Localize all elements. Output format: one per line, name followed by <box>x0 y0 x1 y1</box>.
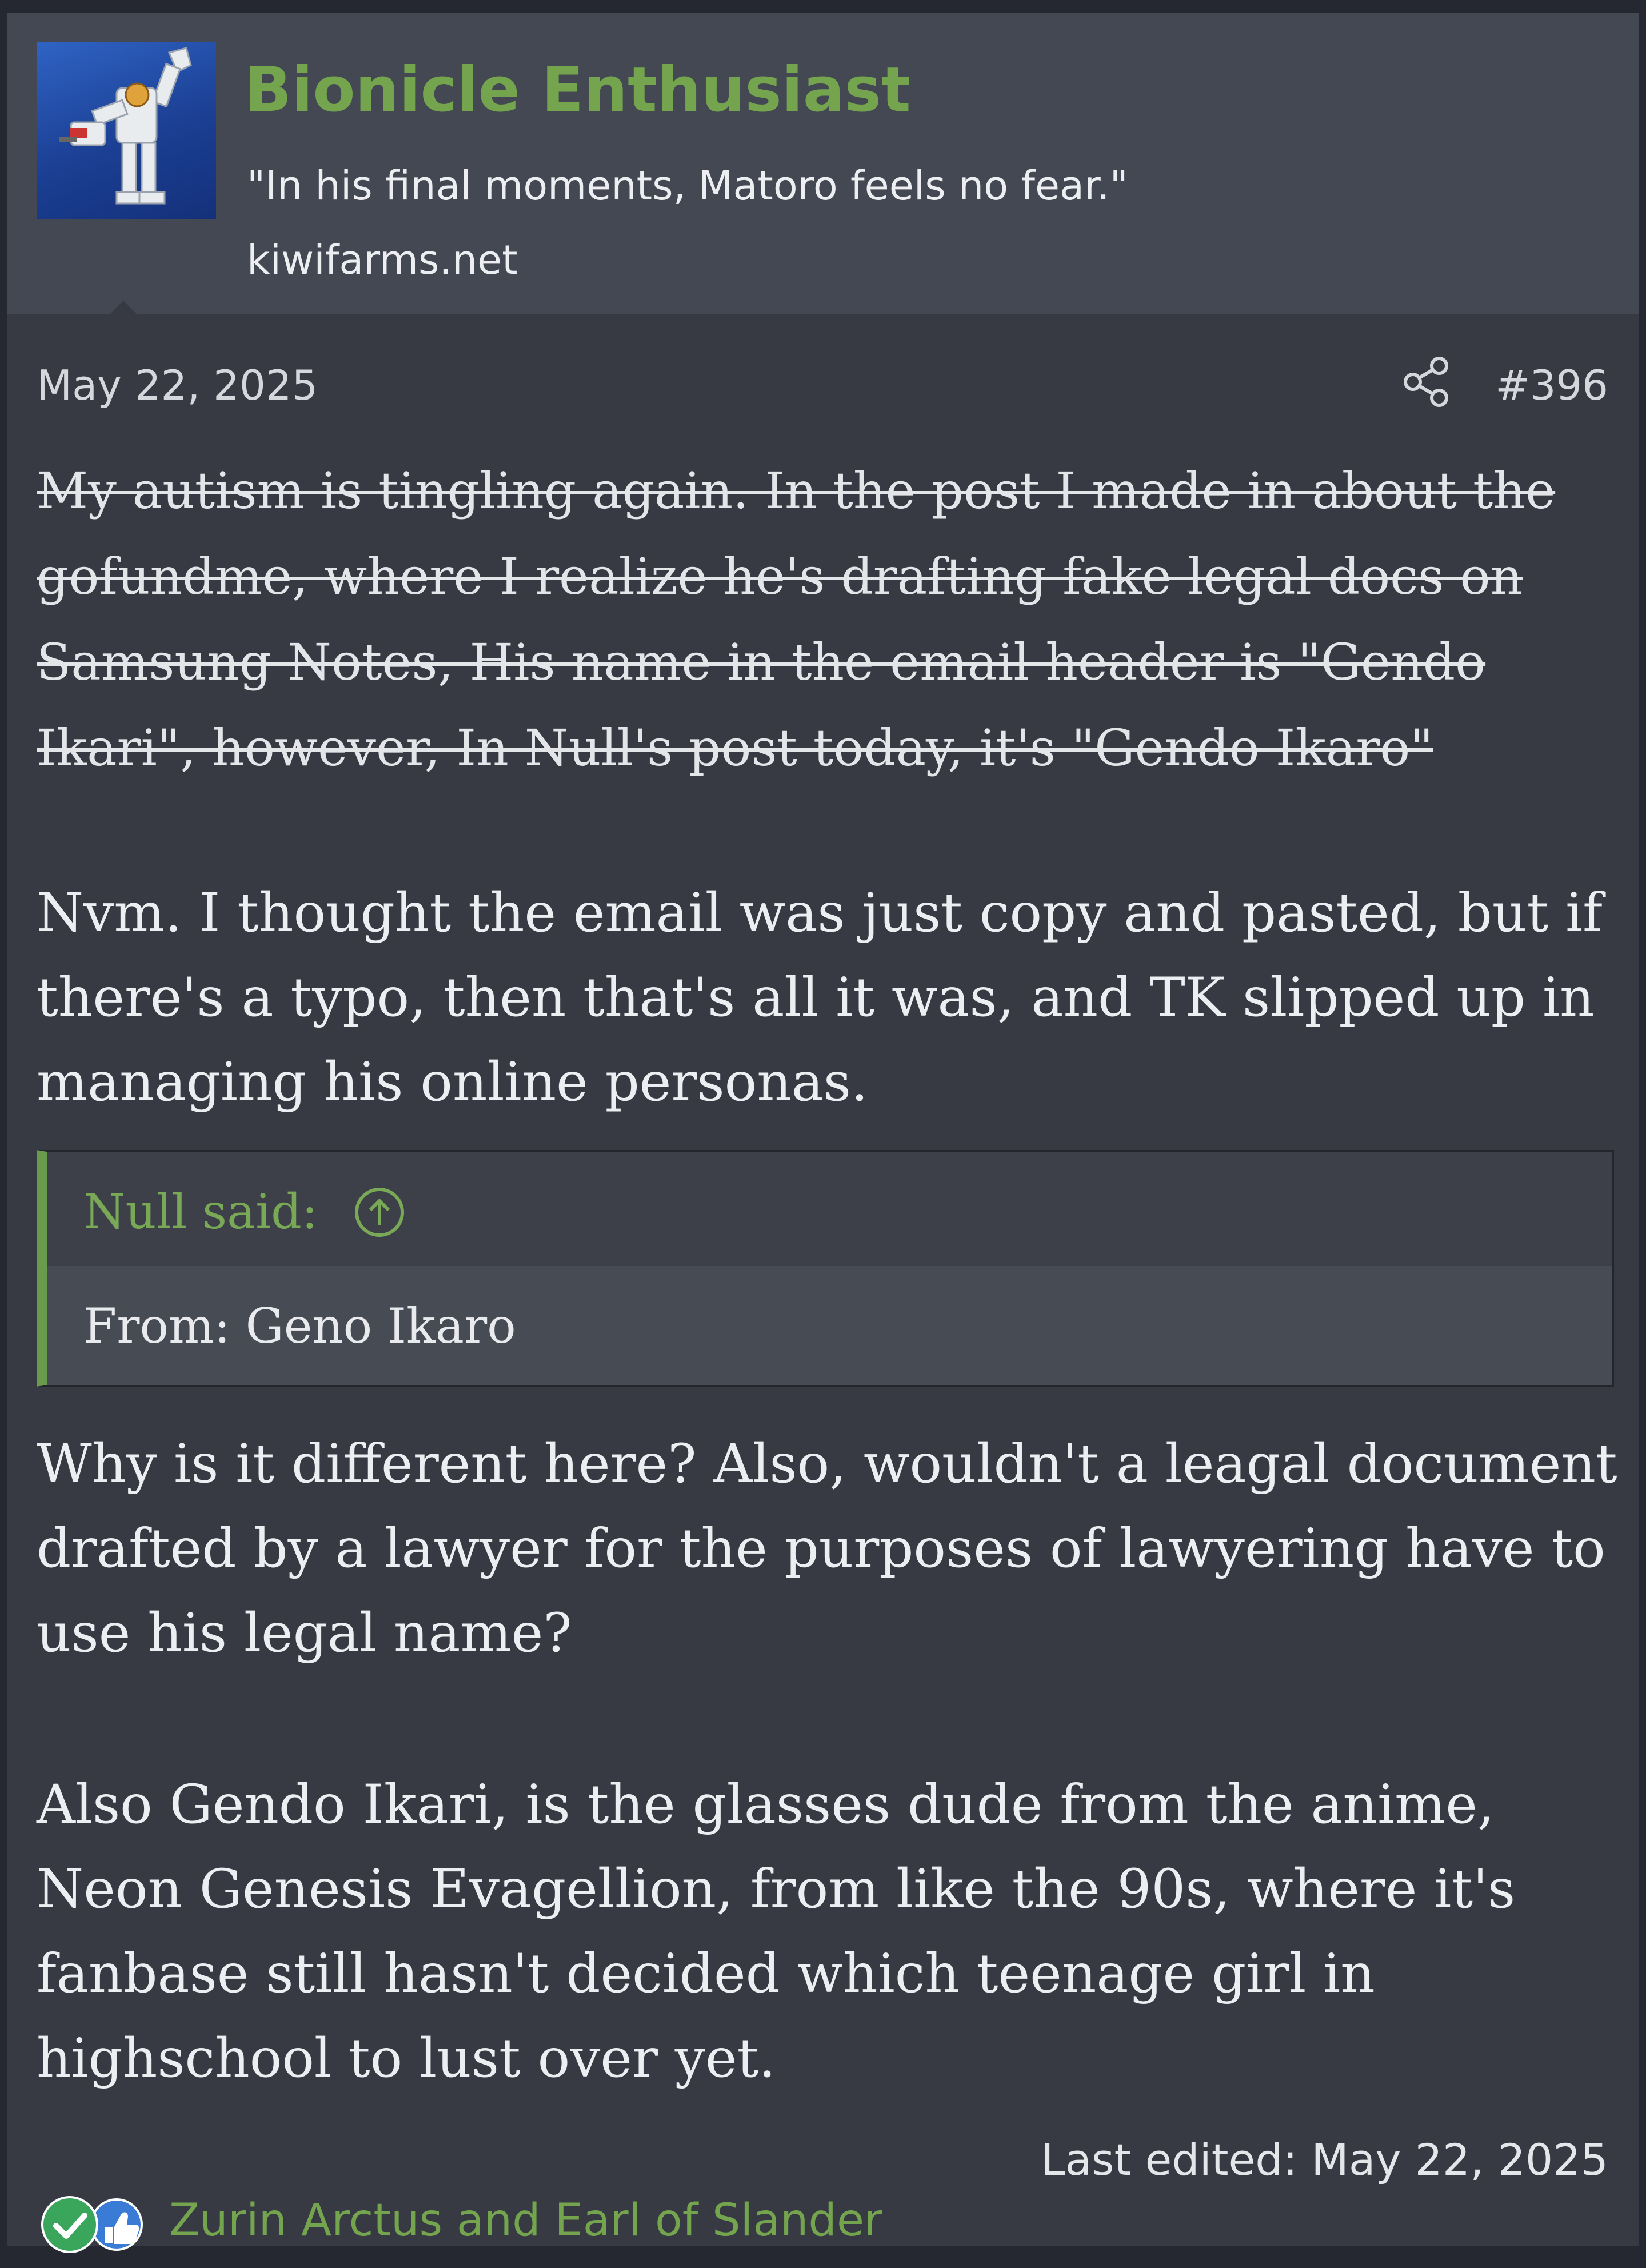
post-card: Bionicle Enthusiast "In his final moment… <box>7 13 1639 2253</box>
post-paragraph-1: Nvm. I thought the email was just copy a… <box>37 882 1603 1113</box>
user-title: "In his final moments, Matoro feels no f… <box>247 162 1128 209</box>
reaction-icons[interactable] <box>37 2193 151 2255</box>
checkmark-icon <box>41 2196 98 2253</box>
user-avatar[interactable] <box>37 42 216 219</box>
quote-author[interactable]: Null said: <box>83 1184 318 1240</box>
header-pointer <box>109 301 138 316</box>
jump-to-quote-icon[interactable] <box>352 1185 407 1240</box>
share-icon[interactable] <box>1396 350 1459 413</box>
user-header: Bionicle Enthusiast "In his final moment… <box>7 13 1639 316</box>
reaction-users[interactable]: Zurin Arctus and Earl of Slander <box>169 2195 882 2246</box>
struck-text: My autism is tingling again. In the post… <box>37 461 1556 777</box>
post-paragraph-3: Also Gendo Ikari, is the glasses dude fr… <box>37 1774 1516 2090</box>
quote-block: Null said: From: Geno Ikaro <box>37 1150 1614 1387</box>
last-edited: Last edited: May 22, 2025 <box>1041 2134 1608 2185</box>
post-number[interactable]: #396 <box>1495 361 1608 409</box>
quote-header: Null said: <box>47 1152 1612 1266</box>
username[interactable]: Bionicle Enthusiast <box>245 59 910 121</box>
quote-text: From: Geno Ikaro <box>83 1298 516 1354</box>
user-site: kiwifarms.net <box>247 237 518 284</box>
post-paragraph-2: Why is it different here? Also, wouldn't… <box>37 1433 1617 1664</box>
post-date[interactable]: May 22, 2025 <box>37 361 318 409</box>
quote-body: From: Geno Ikaro <box>47 1266 1612 1385</box>
